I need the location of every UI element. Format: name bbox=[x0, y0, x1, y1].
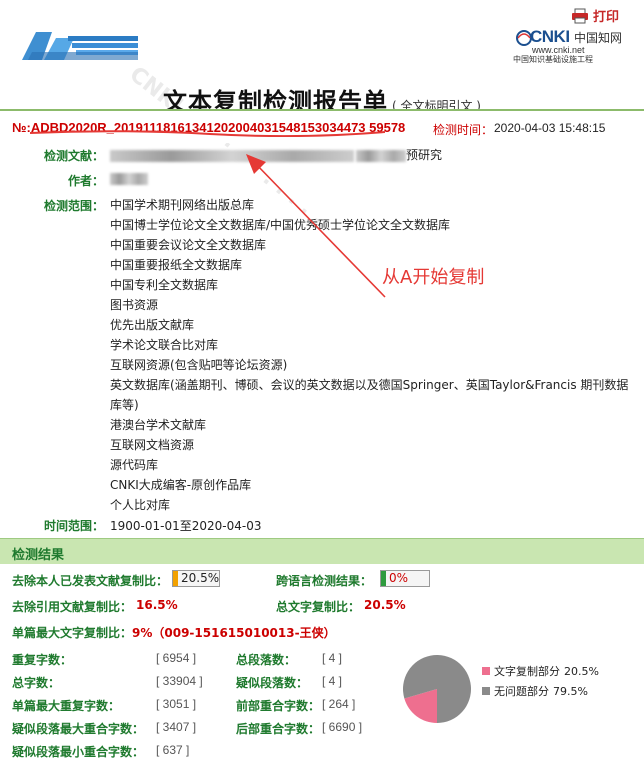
stat-value: [ 637 ] bbox=[156, 743, 190, 757]
copy-from-a-annotation: 从A开始复制 bbox=[382, 267, 485, 288]
database-item: 港澳台学术文献库 bbox=[110, 418, 207, 432]
database-item: 互联网资源(包含贴吧等论坛资源) bbox=[110, 358, 288, 372]
legend-clean-label: 无问题部分 bbox=[494, 685, 549, 698]
doc-label: 检测文献： bbox=[43, 149, 104, 163]
legend-copy-label: 文字复制部分 bbox=[494, 665, 560, 678]
total-copy-value: 20.5% bbox=[364, 598, 406, 612]
stat-label: 疑似段落最大重合字数： bbox=[12, 722, 145, 736]
legend-copy-value: 20.5% bbox=[564, 664, 599, 678]
doc-title-tail: 预研究 bbox=[406, 148, 443, 162]
cnki-wordmark: CNKI bbox=[530, 27, 570, 46]
stat-label: 后部重合字数： bbox=[236, 722, 321, 736]
cross-language-fill bbox=[381, 571, 386, 586]
database-item: 学术论文联合比对库 bbox=[110, 338, 219, 352]
self-excluded-fill bbox=[173, 571, 178, 586]
database-item: CNKI大成编客-原创作品库 bbox=[110, 478, 252, 492]
cross-language-value: 0% bbox=[389, 571, 409, 585]
legend-swatch-copy bbox=[482, 667, 490, 675]
copy-ratio-pie-chart bbox=[403, 655, 471, 723]
stat-label: 总字数： bbox=[12, 676, 61, 690]
stat-value: [ 3051 ] bbox=[156, 697, 197, 711]
cnki-chinese-name: 中国知网 bbox=[574, 31, 623, 45]
amlc-logo bbox=[22, 32, 138, 60]
stat-value: [ 4 ] bbox=[322, 674, 343, 688]
detect-time-value: 2020-04-03 15:48:15 bbox=[494, 121, 606, 135]
database-item: 英文数据库(涵盖期刊、博硕、会议的英文数据以及德国Springer、英国Tayl… bbox=[110, 378, 629, 412]
stat-label: 单篇最大重复字数： bbox=[12, 699, 121, 713]
database-item: 互联网文档资源 bbox=[110, 438, 195, 452]
ref-excluded-label: 去除引用文献复制比： bbox=[12, 600, 133, 614]
self-excluded-label: 去除本人已发表文献复制比： bbox=[12, 574, 169, 588]
printer-icon bbox=[572, 8, 588, 23]
legend-copy: 文字复制部分 20.5% bbox=[482, 663, 599, 679]
author-value bbox=[110, 171, 148, 185]
red-arrow-annotation bbox=[246, 154, 386, 298]
result-section-header: 检测结果 bbox=[0, 538, 644, 564]
database-item: 优先出版文献库 bbox=[110, 318, 195, 332]
author-label: 作者： bbox=[67, 174, 104, 188]
stat-value: [ 3407 ] bbox=[156, 720, 197, 734]
database-item: 个人比对库 bbox=[110, 498, 171, 512]
stat-label: 疑似段落最小重合字数： bbox=[12, 745, 145, 759]
stat-value: [ 6954 ] bbox=[156, 651, 197, 665]
max-single-label: 单篇最大文字复制比： bbox=[12, 626, 133, 640]
stat-value: [ 4 ] bbox=[322, 651, 343, 665]
self-excluded-value: 20.5% bbox=[181, 571, 220, 585]
stat-value: [ 264 ] bbox=[322, 697, 356, 711]
time-range-label: 时间范围： bbox=[43, 519, 104, 533]
redacted-author bbox=[110, 172, 148, 185]
print-button[interactable]: 打印 bbox=[571, 6, 619, 25]
range-label: 检测范围： bbox=[43, 199, 104, 213]
legend-swatch-clean bbox=[482, 687, 490, 695]
result-section-title: 检测结果 bbox=[12, 548, 65, 563]
detect-time-label: 检测时间： bbox=[433, 123, 494, 137]
stat-label: 疑似段落数： bbox=[236, 676, 309, 690]
stat-label: 总段落数： bbox=[236, 653, 297, 667]
database-item: 源代码库 bbox=[110, 458, 159, 472]
self-excluded-meter: 20.5% bbox=[172, 570, 220, 587]
time-range-value: 1900-01-01至2020-04-03 bbox=[110, 519, 262, 533]
stat-value: [ 6690 ] bbox=[322, 720, 363, 734]
cross-language-label: 跨语言检测结果： bbox=[276, 574, 373, 588]
cross-language-meter: 0% bbox=[380, 570, 430, 587]
report-number-bar: №:ADBD2020R_2019111816134120200403154815… bbox=[0, 109, 644, 143]
print-label: 打印 bbox=[593, 9, 620, 24]
red-underline-annotation bbox=[30, 130, 385, 137]
stat-value: [ 33904 ] bbox=[156, 674, 203, 688]
legend-clean: 无问题部分 79.5% bbox=[482, 683, 588, 699]
report-page: CNKI · · · · · · · · · · · 打印 CNKI 中国知网 … bbox=[0, 0, 644, 759]
total-copy-label: 总文字复制比： bbox=[276, 600, 361, 614]
stat-label: 前部重合字数： bbox=[236, 699, 321, 713]
max-single-value: 9%（009-151615010013-王侠） bbox=[132, 626, 336, 640]
cnki-subtitle: 中国知识基础设施工程 bbox=[513, 55, 593, 64]
ref-excluded-value: 16.5% bbox=[136, 598, 178, 612]
legend-clean-value: 79.5% bbox=[553, 684, 588, 698]
stat-label: 重复字数： bbox=[12, 653, 73, 667]
